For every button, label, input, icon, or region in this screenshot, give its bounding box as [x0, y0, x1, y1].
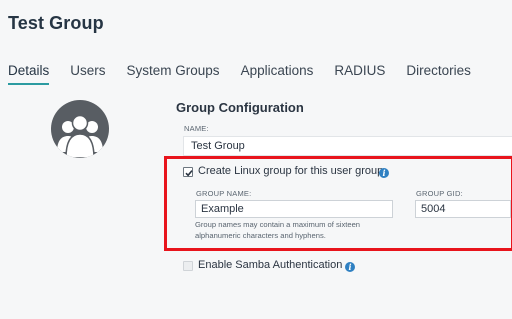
- group-name-help-text: Group names may contain a maximum of six…: [195, 220, 361, 240]
- page-title: Test Group: [8, 13, 104, 33]
- group-name-label: GROUP NAME:: [196, 189, 252, 198]
- samba-info-icon[interactable]: i: [345, 262, 355, 272]
- tab-radius[interactable]: RADIUS: [334, 63, 385, 85]
- linux-group-name-input[interactable]: Example: [195, 200, 393, 218]
- tab-system-groups[interactable]: System Groups: [127, 63, 220, 85]
- group-gid-input[interactable]: 5004: [415, 200, 511, 218]
- group-configuration-title: Group Configuration: [176, 100, 304, 115]
- linux-group-info-icon[interactable]: i: [379, 168, 389, 178]
- tab-directories[interactable]: Directories: [406, 63, 471, 85]
- checkmark-icon: [185, 170, 193, 177]
- samba-label: Enable Samba Authentication: [198, 259, 343, 271]
- tab-bar: Details Users System Groups Applications…: [8, 63, 492, 87]
- linux-group-label: Create Linux group for this user group: [198, 165, 384, 177]
- group-name-field[interactable]: Test Group: [183, 136, 512, 156]
- tab-applications[interactable]: Applications: [241, 63, 314, 85]
- tab-details[interactable]: Details: [8, 63, 50, 85]
- group-gid-label: GROUP GID:: [416, 189, 463, 198]
- group-avatar-icon: [51, 100, 109, 158]
- name-label: NAME:: [184, 124, 209, 133]
- tab-users[interactable]: Users: [70, 63, 105, 85]
- linux-group-checkbox[interactable]: [183, 167, 193, 177]
- samba-checkbox[interactable]: [183, 261, 193, 271]
